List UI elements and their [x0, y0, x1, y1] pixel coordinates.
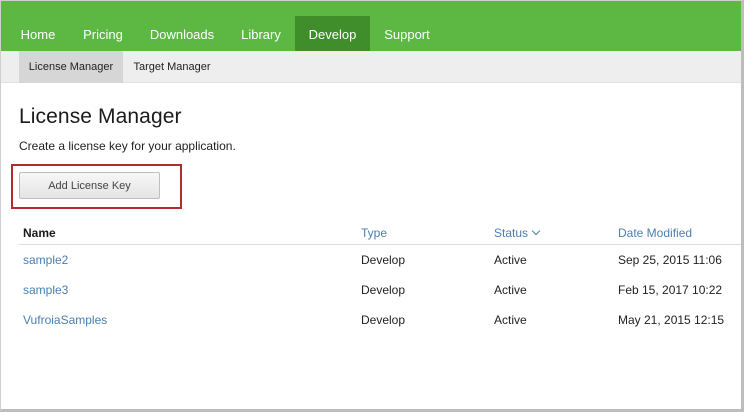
page-description: Create a license key for your applicatio… [19, 139, 236, 153]
license-status: Active [494, 283, 527, 297]
license-type: Develop [361, 253, 406, 267]
nav-item-support[interactable]: Support [370, 16, 444, 51]
license-date-modified: Feb 15, 2017 10:22 [618, 283, 723, 297]
license-name-link[interactable]: VufroiaSamples [23, 313, 107, 327]
nav-item-downloads[interactable]: Downloads [138, 16, 226, 51]
column-header-name: Name [23, 226, 56, 240]
column-header-date-modified[interactable]: Date Modified [618, 226, 692, 240]
top-navigation: Home Pricing Downloads Library Develop S… [1, 1, 741, 51]
license-name-link[interactable]: sample2 [23, 253, 68, 267]
table-header-row: Name Type Status Date Modified [19, 222, 741, 245]
license-type: Develop [361, 283, 406, 297]
page-title: License Manager [19, 105, 182, 128]
column-header-status[interactable]: Status [494, 226, 541, 240]
column-header-type[interactable]: Type [361, 226, 387, 240]
subnav-item-license-manager[interactable]: License Manager [19, 51, 123, 83]
license-name-link[interactable]: sample3 [23, 283, 68, 297]
table-row: sample2 Develop Active Sep 25, 2015 11:0… [19, 245, 741, 275]
nav-item-home[interactable]: Home [8, 16, 68, 51]
table-row: VufroiaSamples Develop Active May 21, 20… [19, 305, 741, 335]
license-date-modified: Sep 25, 2015 11:06 [618, 253, 722, 267]
chevron-down-icon [531, 226, 541, 236]
subnav-item-target-manager[interactable]: Target Manager [124, 51, 220, 83]
sub-navigation: License Manager Target Manager [1, 51, 741, 83]
license-date-modified: May 21, 2015 12:15 [618, 313, 725, 327]
column-header-status-label: Status [494, 226, 529, 240]
license-status: Active [494, 313, 527, 327]
license-table: Name Type Status Date Modified sample2 D… [19, 222, 741, 335]
nav-item-pricing[interactable]: Pricing [68, 16, 138, 51]
add-license-key-button[interactable]: Add License Key [19, 172, 160, 199]
table-row: sample3 Develop Active Feb 15, 2017 10:2… [19, 275, 741, 305]
license-status: Active [494, 253, 527, 267]
nav-item-develop[interactable]: Develop [295, 16, 370, 51]
license-type: Develop [361, 313, 406, 327]
nav-item-library[interactable]: Library [226, 16, 296, 51]
